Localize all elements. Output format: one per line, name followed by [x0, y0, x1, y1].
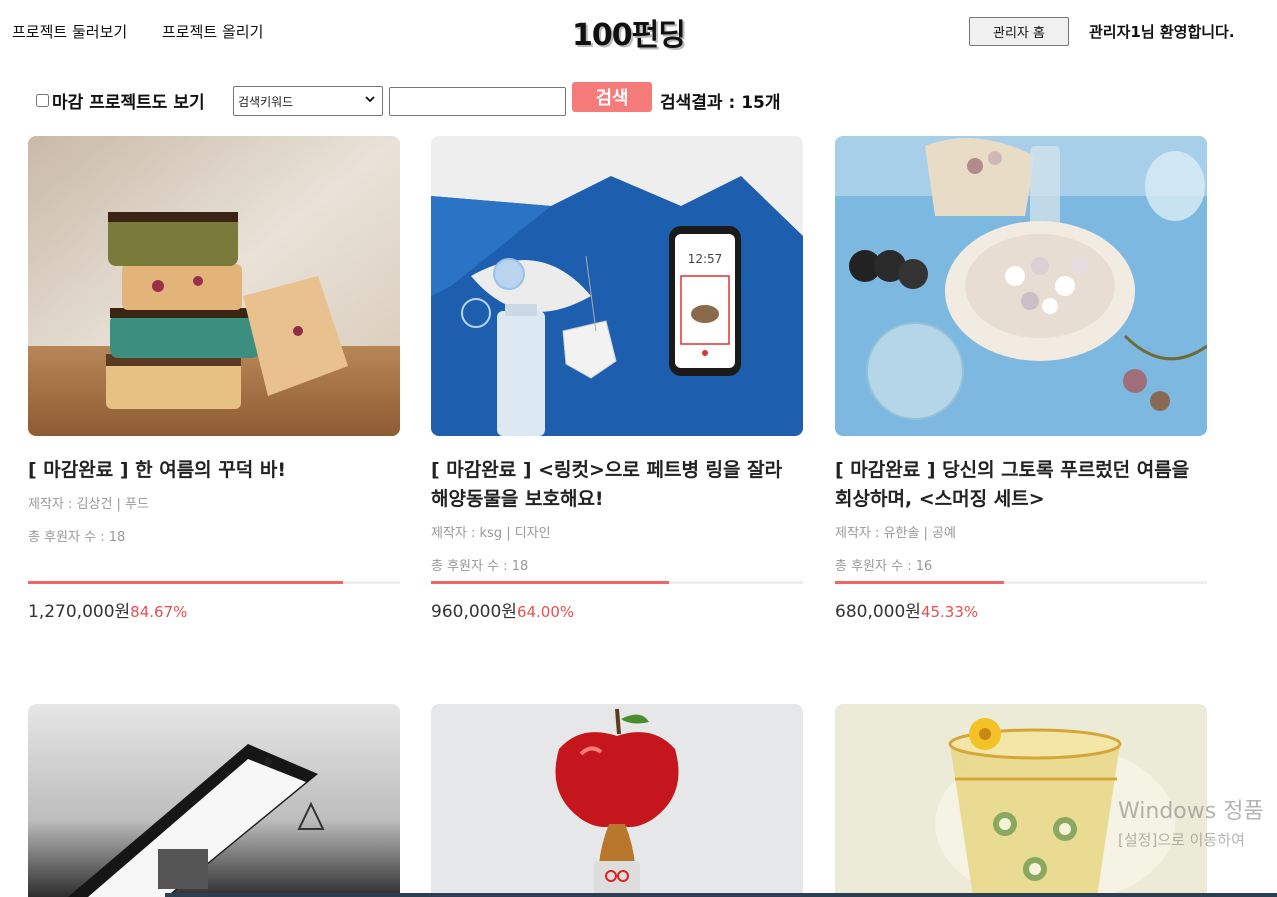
- chevron-down-icon: [364, 93, 376, 108]
- amount-value: 680,000원: [835, 602, 921, 622]
- admin-home-button[interactable]: 관리자 홈: [969, 17, 1069, 46]
- funding-amount: 1,270,000원84.67%: [28, 597, 187, 622]
- project-card[interactable]: [431, 704, 803, 897]
- show-closed-checkbox[interactable]: [36, 94, 49, 107]
- project-image[interactable]: [835, 136, 1207, 436]
- funding-percent: 64.00%: [516, 603, 575, 621]
- keyword-select[interactable]: 검색키워드: [233, 86, 383, 116]
- watermark-line1: Windows 정품: [1118, 799, 1264, 824]
- funding-percent: 45.33%: [920, 603, 979, 621]
- show-closed-label: 마감 프로젝트도 보기: [52, 93, 205, 113]
- welcome-message: 관리자1님 환영합니다.: [1089, 23, 1235, 41]
- funding-amount: 680,000원45.33%: [835, 597, 978, 622]
- phone-clock: 12:57: [688, 252, 723, 266]
- taskbar-edge: [165, 893, 1277, 897]
- project-backers: 총 후원자 수 : 18: [28, 530, 126, 545]
- project-backers: 총 후원자 수 : 16: [835, 559, 933, 574]
- project-creator: 제작자 : 김상건 | 푸드: [28, 497, 149, 512]
- project-image[interactable]: 12:57: [431, 136, 803, 436]
- project-image[interactable]: [431, 704, 803, 897]
- project-card[interactable]: [28, 704, 400, 897]
- keyword-select-value: 검색키워드: [238, 94, 294, 109]
- site-logo[interactable]: 100펀딩: [572, 10, 686, 54]
- project-backers: 총 후원자 수 : 18: [431, 559, 529, 574]
- project-card[interactable]: 12:57 [ 마감완료 ] <링컷>으로 페트병 링을 잘라 해양동물을 보호…: [431, 136, 803, 622]
- project-title[interactable]: [ 마감완료 ] 당신의 그토록 푸르렀던 여름을 회상하며, <스머징 세트>: [835, 456, 1207, 514]
- progress-bar: [431, 581, 803, 584]
- nav-browse-projects[interactable]: 프로젝트 둘러보기: [12, 21, 127, 42]
- progress-fill: [431, 581, 670, 584]
- project-title[interactable]: [ 마감완료 ] <링컷>으로 페트병 링을 잘라 해양동물을 보호해요!: [431, 456, 803, 514]
- nav-upload-project[interactable]: 프로젝트 올리기: [162, 21, 263, 42]
- funding-amount: 960,000원64.00%: [431, 597, 574, 622]
- project-creator: 제작자 : 유한솔 | 공예: [835, 526, 956, 541]
- project-card[interactable]: [ 마감완료 ] 한 여름의 꾸덕 바! 제작자 : 김상건 | 푸드 총 후원…: [28, 136, 400, 622]
- project-image[interactable]: [28, 704, 400, 897]
- funding-percent: 84.67%: [130, 603, 188, 621]
- search-input[interactable]: [389, 87, 566, 116]
- project-image[interactable]: [28, 136, 400, 436]
- top-header: 프로젝트 둘러보기 프로젝트 올리기 100펀딩 관리자 홈 관리자1님 환영합…: [0, 0, 1277, 64]
- amount-value: 1,270,000원: [28, 602, 131, 622]
- search-button[interactable]: 검색: [572, 82, 652, 112]
- amount-value: 960,000원: [431, 602, 517, 622]
- progress-bar: [835, 581, 1207, 584]
- progress-fill: [28, 581, 343, 584]
- progress-fill: [835, 581, 1004, 584]
- project-creator: 제작자 : ksg | 디자인: [431, 526, 551, 541]
- project-title[interactable]: [ 마감완료 ] 한 여름의 꾸덕 바!: [28, 456, 400, 485]
- result-count: 검색결과 : 15개: [660, 93, 781, 113]
- project-card[interactable]: [ 마감완료 ] 당신의 그토록 푸르렀던 여름을 회상하며, <스머징 세트>…: [835, 136, 1207, 622]
- windows-activation-watermark: Windows 정품 [설정]으로 이동하여: [1118, 793, 1264, 850]
- progress-bar: [28, 581, 400, 584]
- watermark-line2: [설정]으로 이동하여: [1118, 831, 1245, 849]
- show-closed-toggle[interactable]: 마감 프로젝트도 보기: [36, 88, 205, 113]
